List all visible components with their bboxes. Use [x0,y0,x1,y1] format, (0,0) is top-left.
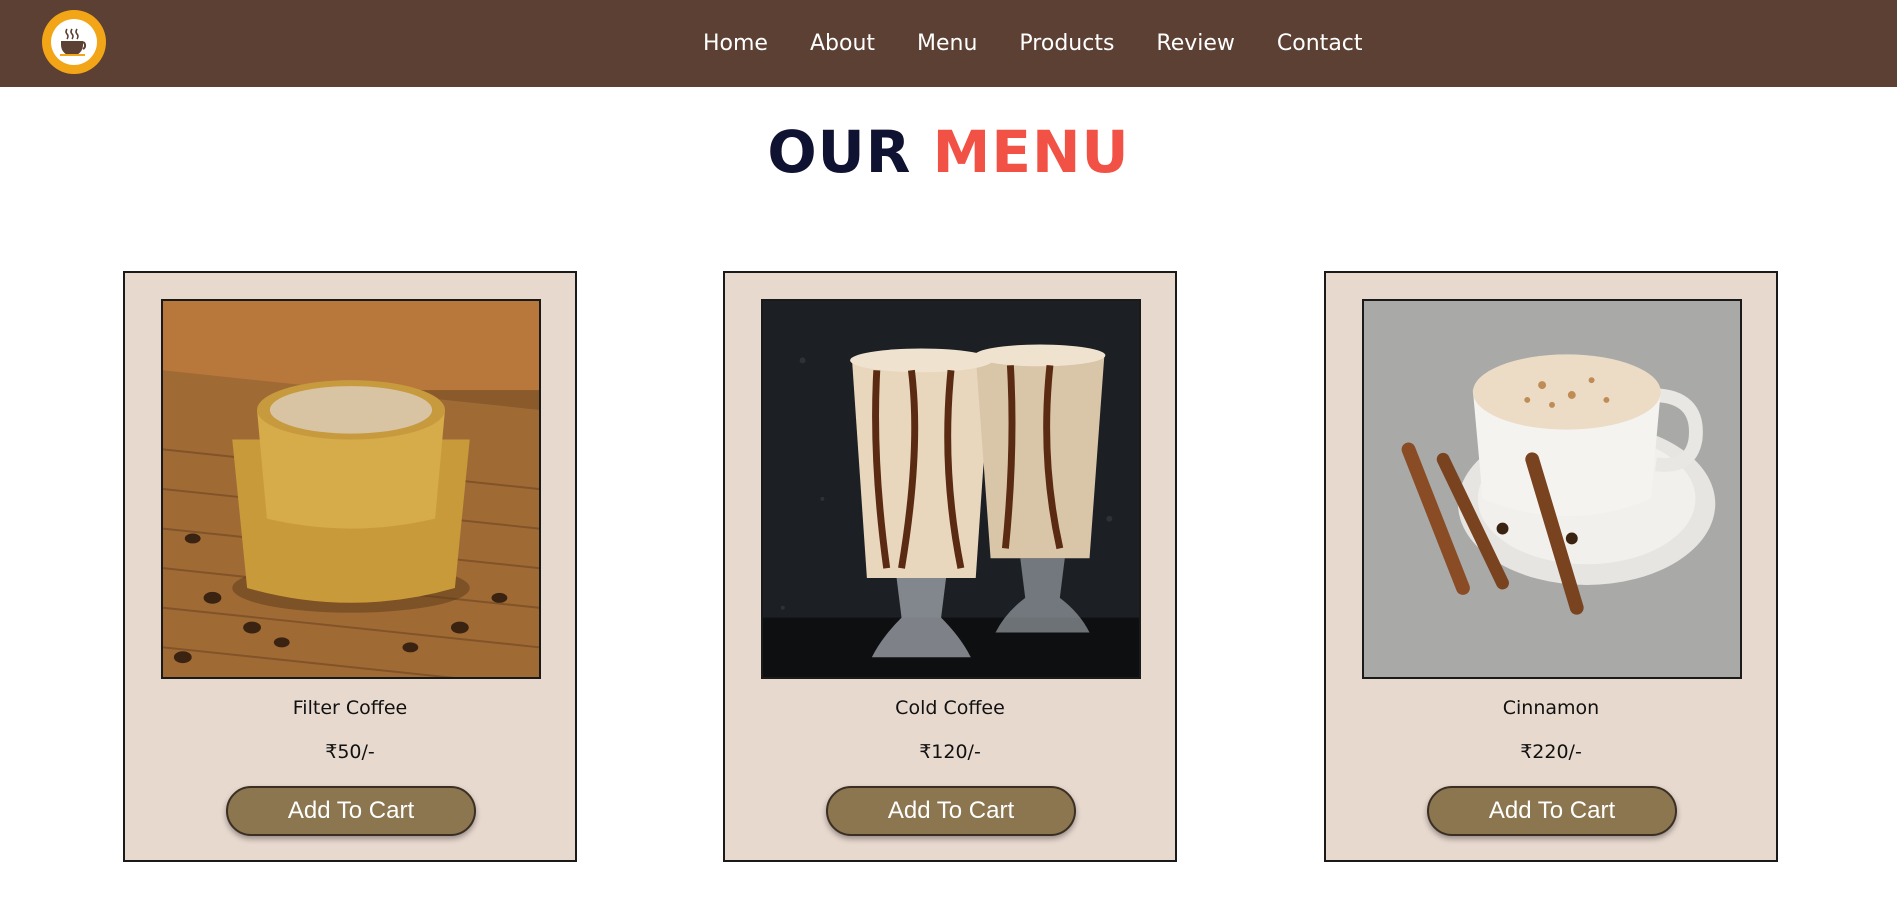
menu-item-price: ₹50/- [325,741,375,763]
section-title-part2: MENU [932,118,1130,186]
menu-item-price: ₹120/- [919,741,981,763]
add-to-cart-button[interactable]: Add To Cart [826,786,1076,836]
section-title: OUR MENU [0,112,1897,192]
nav-link-menu[interactable]: Menu [917,31,977,56]
menu-item-price: ₹220/- [1520,741,1582,763]
menu-card-cold-coffee: Cold Coffee ₹120/- Add To Cart [723,271,1177,862]
nav-link-home[interactable]: Home [703,31,768,56]
logo-inner [51,19,97,65]
coffee-cup-icon [60,28,87,56]
cinnamon-coffee-photo [1362,299,1742,679]
menu-item-name: Cinnamon [1502,697,1600,719]
coffee-cup-logo-icon[interactable] [42,10,106,74]
menu-item-name: Cold Coffee [895,697,1005,719]
add-to-cart-button[interactable]: Add To Cart [226,786,476,836]
add-to-cart-button[interactable]: Add To Cart [1427,786,1677,836]
nav-link-products[interactable]: Products [1019,31,1114,56]
section-title-part1: OUR [767,118,912,186]
nav-links: Home About Menu Products Review Contact [703,0,1363,87]
menu-card-cinnamon: Cinnamon ₹220/- Add To Cart [1324,271,1778,862]
navbar: Home About Menu Products Review Contact [0,0,1897,87]
nav-link-review[interactable]: Review [1156,31,1235,56]
filter-coffee-photo [161,299,541,679]
menu-item-name: Filter Coffee [292,697,408,719]
cold-coffee-photo [761,299,1141,679]
nav-link-contact[interactable]: Contact [1277,31,1363,56]
menu-card-filter-coffee: Filter Coffee ₹50/- Add To Cart [123,271,577,862]
nav-link-about[interactable]: About [810,31,875,56]
